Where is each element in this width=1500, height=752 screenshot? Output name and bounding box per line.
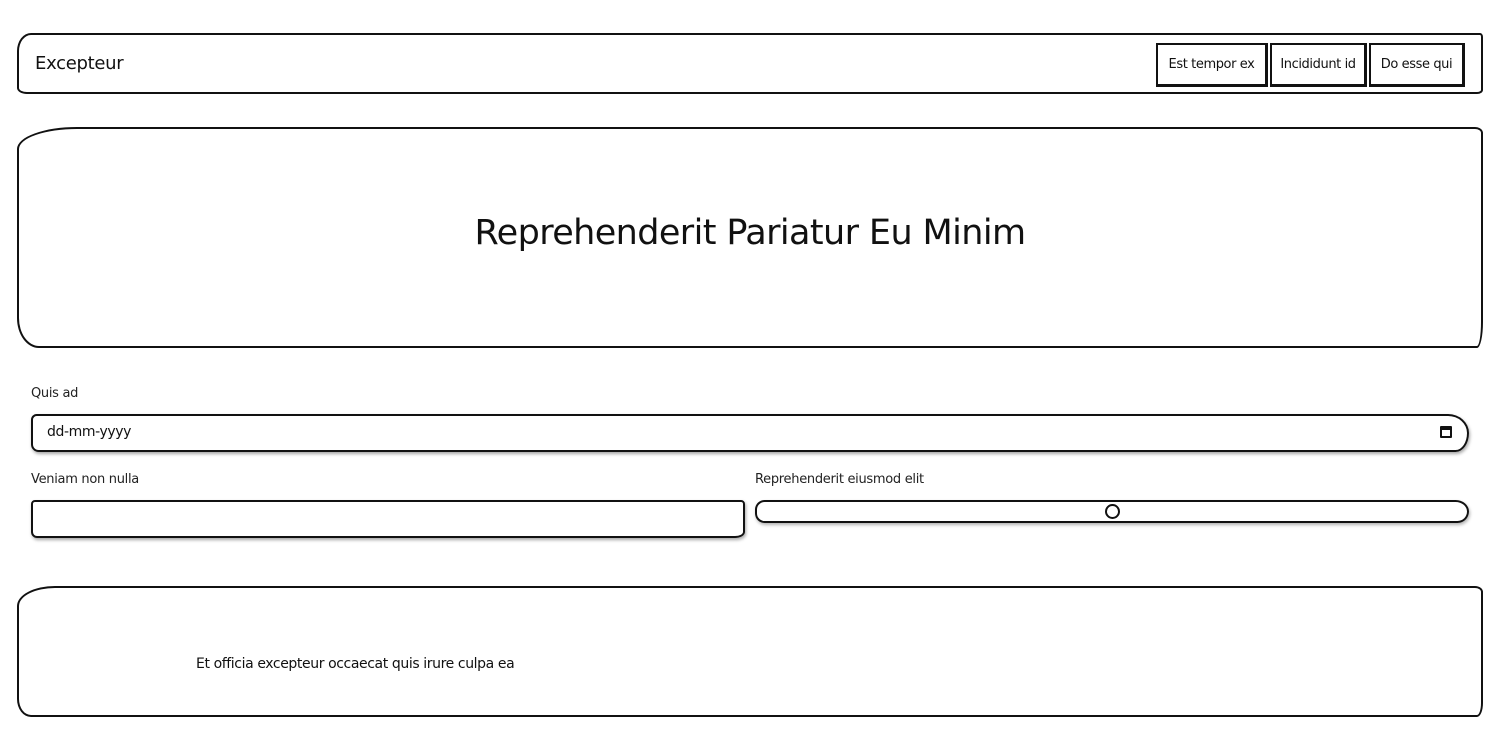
date-field[interactable] [31,414,1469,452]
text-field-label: Veniam non nulla [31,472,139,487]
date-input[interactable] [45,423,1429,441]
brand-title: Excepteur [35,53,124,74]
range-slider-thumb[interactable] [1104,504,1120,519]
nav-button-do-esse-qui[interactable]: Do esse qui [1369,43,1465,87]
calendar-icon[interactable] [1440,426,1452,438]
text-field[interactable] [31,500,745,538]
page: Excepteur Est tempor ex Incididunt id Do… [0,0,1500,752]
range-slider[interactable] [755,500,1469,523]
header-bar: Excepteur Est tempor ex Incididunt id Do… [17,33,1483,94]
content-text: Et officia excepteur occaecat quis irure… [196,656,515,672]
nav-button-est-tempor-ex[interactable]: Est tempor ex [1156,43,1268,87]
hero-section: Reprehenderit Pariatur Eu Minim [17,127,1483,348]
range-field-label: Reprehenderit eiusmod elit [755,472,924,487]
hero-title: Reprehenderit Pariatur Eu Minim [474,212,1027,253]
header-nav: Est tempor ex Incididunt id Do esse qui [1156,43,1465,87]
date-field-label: Quis ad [31,386,79,401]
text-input[interactable] [41,508,735,532]
nav-button-incididunt-id[interactable]: Incididunt id [1270,43,1367,87]
content-box: Et officia excepteur occaecat quis irure… [17,586,1483,717]
